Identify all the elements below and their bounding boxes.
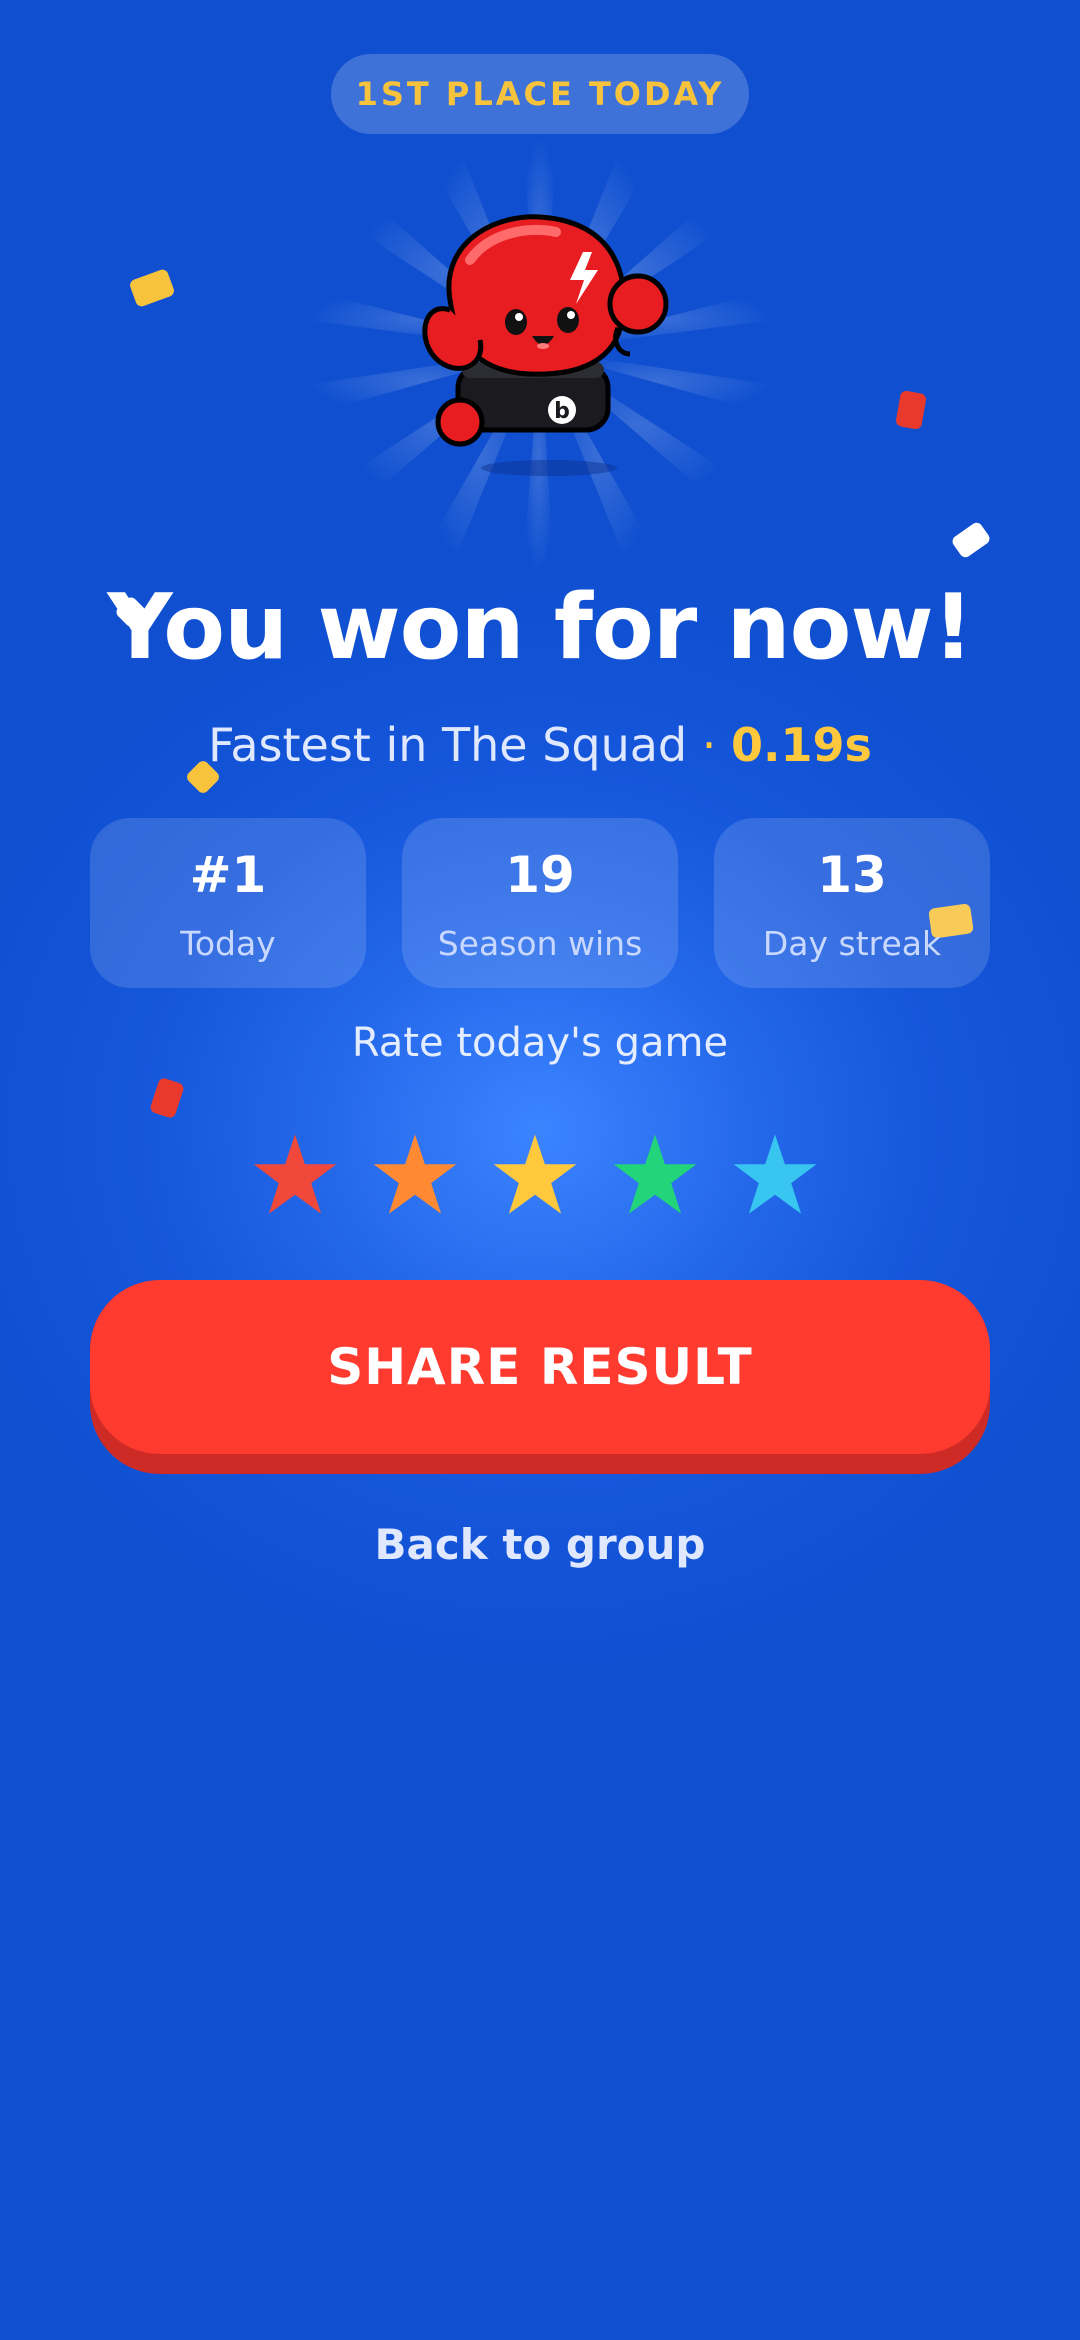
back-to-group-link[interactable]: Back to group	[340, 1520, 740, 1580]
stat-value: 13	[817, 846, 887, 904]
stat-value: #1	[189, 846, 267, 904]
stat-card-season-wins: 19 Season wins	[402, 818, 678, 988]
badge-text: 1ST PLACE TODAY	[355, 75, 725, 113]
star-rating	[250, 1130, 830, 1220]
result-subtitle: Fastest in The Squad · 0.19s	[0, 718, 1080, 772]
stat-label: Season wins	[437, 924, 643, 963]
first-place-badge: 1ST PLACE TODAY	[331, 54, 749, 134]
stat-value: 19	[505, 846, 575, 904]
reaction-time: 0.19s	[731, 718, 872, 772]
boxing-glove-mascot-icon: b	[422, 214, 669, 476]
star-icon[interactable]	[250, 1130, 340, 1220]
mascot-area: b	[300, 140, 780, 580]
stat-card-day-streak: 13 Day streak	[714, 818, 990, 988]
star-icon[interactable]	[610, 1130, 700, 1220]
stat-card-today: #1 Today	[90, 818, 366, 988]
stat-label: Day streak	[762, 924, 942, 963]
rate-game-label: Rate today's game	[351, 1020, 729, 1066]
result-title: You won for now!	[107, 575, 973, 680]
squad-fastest-text: Fastest in The Squad	[208, 718, 688, 772]
share-result-label[interactable]: SHARE RESULT	[90, 1280, 990, 1454]
stat-label: Today	[180, 924, 276, 963]
star-icon[interactable]	[490, 1130, 580, 1220]
star-icon[interactable]	[370, 1130, 460, 1220]
subtitle-separator: ·	[701, 718, 717, 772]
stats-row: #1 Today 19 Season wins 13 Day streak	[90, 818, 990, 988]
share-result-button[interactable]: SHARE RESULT	[90, 1280, 990, 1474]
svg-text:b: b	[554, 399, 570, 424]
star-icon[interactable]	[730, 1130, 820, 1220]
